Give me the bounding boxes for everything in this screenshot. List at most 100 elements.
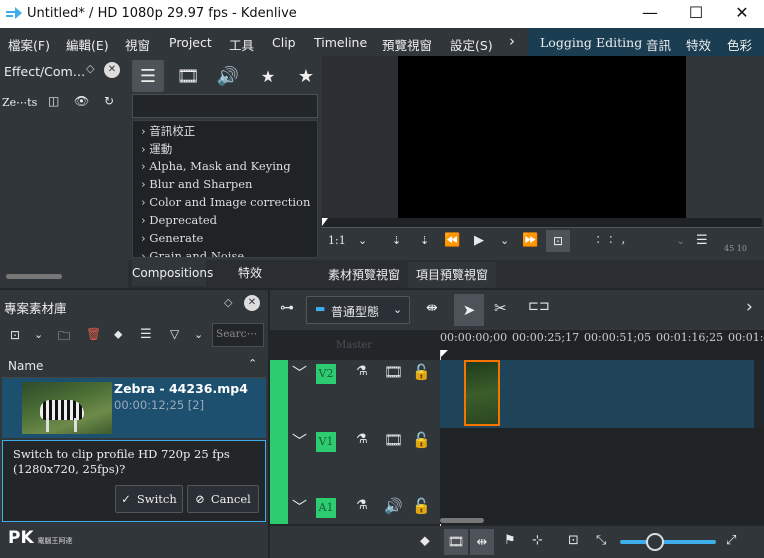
tab-effects[interactable]: 特效 <box>220 260 280 286</box>
layout-audio[interactable]: 音訊 <box>646 35 671 54</box>
category-grain[interactable]: › Grain and Noise <box>141 249 244 257</box>
add-folder-icon[interactable]: 🗀 <box>58 327 70 348</box>
split-audio-icon[interactable]: ⊹ <box>532 533 543 548</box>
play-dropdown-icon[interactable]: ⌄ <box>500 234 509 247</box>
layout-color[interactable]: 色彩 <box>727 35 752 54</box>
collapse-icon[interactable]: ﹀ <box>292 362 307 383</box>
favorites-icon[interactable]: ★ <box>292 60 320 92</box>
menu-project[interactable]: Project <box>169 35 212 50</box>
tag-icon[interactable]: ⬥ <box>114 327 122 342</box>
slip-tool-icon[interactable]: ⊏⊐ <box>528 299 550 314</box>
track-name-a1[interactable]: A1 <box>316 498 336 518</box>
float-icon[interactable]: ◇ <box>86 62 94 75</box>
collapse-icon[interactable]: ﹀ <box>292 430 307 451</box>
category-alpha-mask[interactable]: › Alpha, Mask and Keying <box>141 159 291 173</box>
edit-mode-select[interactable]: ▬ 普通型態 ⌄ <box>306 296 410 324</box>
effects-toggle-icon[interactable]: ⚗ <box>356 432 368 447</box>
close-panel-icon[interactable]: ✕ <box>104 62 120 78</box>
custom-effects-icon[interactable]: ★ <box>252 60 284 92</box>
tab-clip-monitor[interactable]: 素材預覽視窗 <box>320 262 408 288</box>
video-preview[interactable] <box>398 56 686 218</box>
bin-clip-row[interactable]: Zebra - 44236.mp4 00:00:12;25 [2] <box>2 378 266 438</box>
spacer-tool-icon[interactable]: ⇼ <box>426 300 438 316</box>
timeline-playhead-icon[interactable] <box>440 350 448 358</box>
lock-icon[interactable]: 🔓 <box>412 431 431 449</box>
video-toggle-icon[interactable]: 🎞 <box>384 363 403 381</box>
menu-timeline[interactable]: Timeline <box>314 35 367 50</box>
zoom-in-icon[interactable]: ⤢ <box>726 533 736 548</box>
column-name[interactable]: Name <box>8 359 43 373</box>
track-name-v2[interactable]: V2 <box>316 364 336 384</box>
track-a1-lane[interactable] <box>440 494 764 524</box>
filter-dropdown-icon[interactable]: ⌄ <box>194 328 203 341</box>
menu-settings[interactable]: 設定(S) <box>450 35 493 54</box>
zoom-dropdown-icon[interactable]: ⌄ <box>358 234 367 247</box>
category-generate[interactable]: › Generate <box>141 231 203 245</box>
timecode-dropdown-icon[interactable]: ⌄ <box>676 234 685 247</box>
track-settings-icon[interactable]: ⊶ <box>280 300 294 316</box>
rewind-icon[interactable]: ⏪ <box>444 233 460 248</box>
marker-icon[interactable]: ⚑ <box>504 533 516 548</box>
lock-icon[interactable]: 🔓 <box>412 363 431 381</box>
razor-tool-icon[interactable]: ✂ <box>494 299 507 317</box>
category-audio-correction[interactable]: › 音訊校正 <box>141 123 195 139</box>
thumbnails-icon[interactable]: 🎞 <box>444 529 468 555</box>
eye-icon[interactable]: 👁 <box>74 94 89 108</box>
category-deprecated[interactable]: › Deprecated <box>141 213 217 227</box>
set-out-icon[interactable]: ⇣ <box>420 234 429 247</box>
set-in-icon[interactable]: ⇣ <box>392 234 401 247</box>
tab-compositions[interactable]: Compositions <box>132 260 213 286</box>
horizontal-scrollbar[interactable] <box>6 274 62 279</box>
view-menu-icon[interactable]: ☰ <box>140 327 152 342</box>
sort-icon[interactable]: ⌃ <box>248 357 257 370</box>
tab-project-monitor[interactable]: 項目預覽視窗 <box>408 262 496 288</box>
play-icon[interactable]: ▶ <box>474 233 484 248</box>
menu-view[interactable]: 視窗 <box>125 35 150 54</box>
menu-edit[interactable]: 編輯(E) <box>66 35 109 54</box>
collapse-icon[interactable]: ﹀ <box>292 496 307 517</box>
menu-tool[interactable]: 工具 <box>229 35 254 54</box>
list-view-icon[interactable]: ☰ <box>132 60 164 92</box>
effects-toggle-icon[interactable]: ⚗ <box>356 498 368 513</box>
add-clip-dropdown-icon[interactable]: ⌄ <box>34 328 43 341</box>
zoom-label[interactable]: 1:1 <box>328 234 346 247</box>
menu-file[interactable]: 檔案(F) <box>8 35 50 54</box>
switch-button[interactable]: ✓ Switch <box>115 485 183 513</box>
close-bin-icon[interactable]: ✕ <box>244 295 260 311</box>
track-v2-active[interactable] <box>270 360 288 428</box>
audio-toggle-icon[interactable]: 🔊 <box>384 497 403 515</box>
track-v1-active[interactable] <box>270 428 288 494</box>
menu-more-icon[interactable]: › <box>509 32 515 50</box>
tag-filter-icon[interactable]: ⬥ <box>420 533 430 549</box>
maximize-button[interactable]: ☐ <box>674 0 718 28</box>
toolbar-more-icon[interactable]: › <box>746 297 753 317</box>
effects-search-input[interactable] <box>132 94 318 118</box>
compare-icon[interactable]: ◫ <box>48 94 59 108</box>
track-name-v1[interactable]: V1 <box>316 432 336 452</box>
delete-clip-icon[interactable]: 🗑 <box>86 327 101 341</box>
layout-editing[interactable]: Editing <box>596 35 642 50</box>
reset-icon[interactable]: ↻ <box>104 94 114 108</box>
zoom-slider-handle[interactable] <box>646 533 664 551</box>
minimize-button[interactable]: — <box>628 0 672 28</box>
category-color[interactable]: › Color and Image correction <box>141 195 310 209</box>
timeline-scrollbar[interactable] <box>440 518 484 523</box>
zoom-slider[interactable] <box>620 540 716 544</box>
video-effects-icon[interactable]: 🎞 <box>172 60 204 92</box>
select-tool-icon[interactable]: ➤ <box>454 294 484 326</box>
menu-clip[interactable]: Clip <box>272 35 296 50</box>
timeline-clip[interactable] <box>464 360 500 426</box>
forward-icon[interactable]: ⏩ <box>522 233 538 248</box>
category-blur[interactable]: › Blur and Sharpen <box>141 177 252 191</box>
add-clip-icon[interactable]: ⊡ <box>10 328 20 342</box>
bin-search-input[interactable]: Searc⋯ <box>212 323 264 347</box>
close-window-button[interactable]: ✕ <box>720 0 764 28</box>
category-motion[interactable]: › 運動 <box>141 141 172 157</box>
audio-effects-icon[interactable]: 🔊 <box>212 60 244 92</box>
video-toggle-icon[interactable]: 🎞 <box>384 431 403 449</box>
lock-icon[interactable]: 🔓 <box>412 497 431 515</box>
snap-icon[interactable]: ⇹ <box>470 529 494 555</box>
track-a1-active[interactable] <box>270 494 288 524</box>
zoom-fit-icon[interactable]: ⊡ <box>568 533 579 548</box>
filter-icon[interactable]: ▽ <box>170 327 179 341</box>
